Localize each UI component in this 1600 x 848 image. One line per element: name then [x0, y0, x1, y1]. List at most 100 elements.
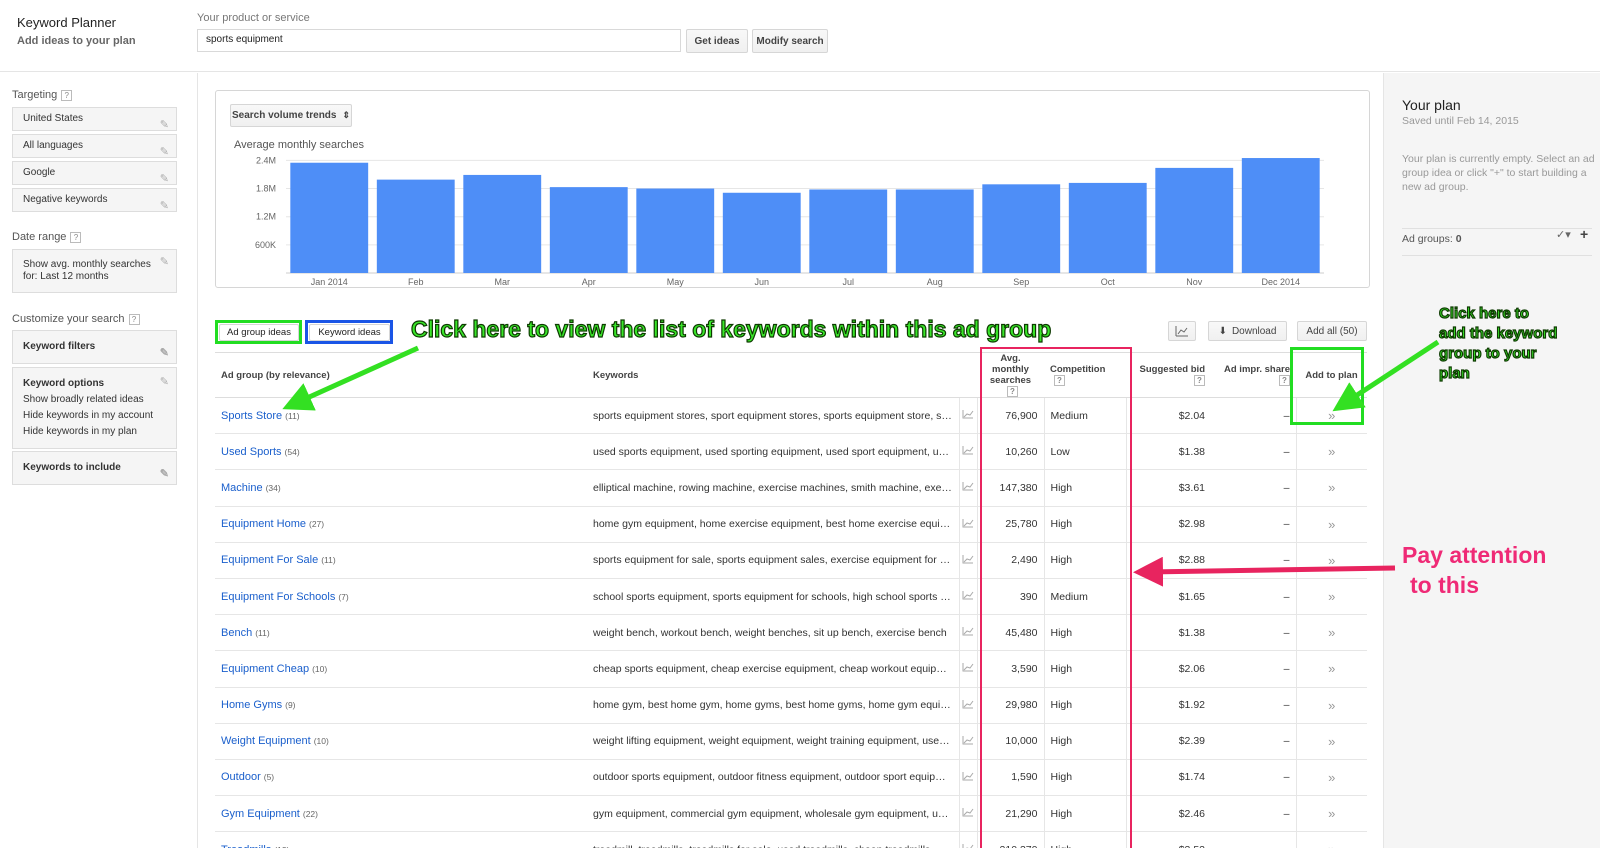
ad-group-link[interactable]: Equipment Home: [221, 518, 306, 530]
modify-search-button[interactable]: Modify search: [752, 29, 828, 53]
mini-trend-icon[interactable]: [962, 590, 974, 600]
mini-trend-icon[interactable]: [962, 518, 974, 528]
help-icon[interactable]: ?: [128, 313, 140, 325]
add-group-icon[interactable]: +: [1580, 226, 1588, 242]
edit-icon[interactable]: ✓▾: [1556, 228, 1571, 241]
add-to-plan-chevron-icon[interactable]: »: [1328, 625, 1335, 640]
targeting-negative-keywords[interactable]: Negative keywords ✎: [12, 188, 177, 212]
mini-trend-icon[interactable]: [962, 699, 974, 709]
col-ad-impr-share[interactable]: Ad impr. share ?: [1211, 351, 1296, 399]
add-to-plan-chevron-icon[interactable]: »: [1328, 553, 1335, 568]
trend-cell[interactable]: [959, 650, 978, 688]
trend-cell[interactable]: [959, 397, 978, 435]
add-to-plan-chevron-icon[interactable]: »: [1328, 842, 1335, 848]
mini-trend-icon[interactable]: [962, 626, 974, 636]
ad-group-link[interactable]: Weight Equipment: [221, 735, 311, 747]
product-search-input[interactable]: sports equipment: [197, 29, 681, 52]
chart-bar[interactable]: [895, 189, 974, 273]
mini-trend-icon[interactable]: [962, 662, 974, 672]
ad-group-link[interactable]: Gym Equipment: [221, 808, 300, 820]
help-icon[interactable]: ?: [70, 231, 82, 243]
ad-group-link[interactable]: Equipment For Schools: [221, 591, 335, 603]
ad-group-link[interactable]: Bench: [221, 627, 252, 639]
pencil-icon[interactable]: ✎: [160, 195, 169, 217]
date-range-box[interactable]: Show avg. monthly searches for: Last 12 …: [12, 249, 177, 293]
chart-bar[interactable]: [290, 162, 369, 273]
targeting-language[interactable]: All languages ✎: [12, 134, 177, 158]
help-icon[interactable]: ?: [1194, 375, 1205, 386]
trend-cell[interactable]: [959, 433, 978, 471]
ad-group-link[interactable]: Treadmills: [221, 844, 271, 848]
add-to-plan-chevron-icon[interactable]: »: [1328, 589, 1335, 604]
mini-trend-icon[interactable]: [962, 481, 974, 491]
keywords-to-include-box[interactable]: Keywords to include ✎: [12, 451, 177, 485]
targeting-network[interactable]: Google ✎: [12, 161, 177, 185]
mini-trend-icon[interactable]: [962, 445, 974, 455]
add-to-plan-chevron-icon[interactable]: »: [1328, 444, 1335, 459]
chart-bar[interactable]: [1155, 167, 1234, 273]
trend-cell[interactable]: [959, 795, 978, 833]
mini-trend-icon[interactable]: [962, 843, 974, 848]
chart-bar[interactable]: [376, 179, 455, 273]
mini-trend-icon[interactable]: [962, 735, 974, 745]
chart-bar[interactable]: [549, 187, 628, 273]
trend-cell[interactable]: [959, 723, 978, 760]
help-icon[interactable]: ?: [1279, 375, 1290, 386]
mini-trend-icon[interactable]: [962, 807, 974, 817]
pencil-icon[interactable]: ✎: [160, 256, 169, 268]
ad-group-link[interactable]: Home Gyms: [221, 699, 282, 711]
chart-bar[interactable]: [1241, 158, 1320, 273]
trend-cell[interactable]: [959, 578, 978, 616]
targeting-location[interactable]: United States ✎: [12, 107, 177, 131]
mini-trend-icon[interactable]: [962, 771, 974, 781]
annotation-pay-attention-text: Pay attention to this: [1402, 540, 1546, 600]
pencil-icon[interactable]: ✎: [160, 458, 169, 490]
download-button[interactable]: ⬇ Download: [1208, 321, 1287, 341]
mini-trend-icon[interactable]: [962, 554, 974, 564]
chart-bar[interactable]: [636, 188, 715, 273]
mini-trend-icon[interactable]: [962, 409, 974, 419]
trend-cell[interactable]: [959, 831, 978, 848]
trend-cell[interactable]: [959, 506, 978, 543]
keyword-options-box[interactable]: Keyword options Show broadly related ide…: [12, 367, 177, 449]
chart-bar[interactable]: [809, 189, 888, 273]
ad-impr-share-cell: –: [1211, 433, 1297, 471]
ad-group-link[interactable]: Used Sports: [221, 446, 282, 458]
ad-impr-share-cell: –: [1211, 506, 1297, 543]
add-to-plan-chevron-icon[interactable]: »: [1328, 661, 1335, 676]
pencil-icon[interactable]: ✎: [160, 141, 169, 163]
add-to-plan-chevron-icon[interactable]: »: [1328, 770, 1335, 785]
chart-view-icon[interactable]: [1168, 321, 1196, 341]
chart-bar[interactable]: [463, 174, 542, 273]
chart-bar[interactable]: [722, 192, 801, 273]
trend-cell[interactable]: [959, 469, 978, 507]
col-suggested-bid[interactable]: Suggested bid ?: [1126, 351, 1211, 399]
trend-cell[interactable]: [959, 687, 978, 724]
trend-cell[interactable]: [959, 759, 978, 797]
tab-keyword-ideas[interactable]: Keyword ideas: [309, 324, 390, 341]
chart-bar[interactable]: [1068, 182, 1147, 273]
ad-group-link[interactable]: Outdoor: [221, 771, 261, 783]
add-to-plan-chevron-icon[interactable]: »: [1328, 480, 1335, 495]
trend-cell[interactable]: [959, 542, 978, 579]
tab-ad-group-ideas[interactable]: Ad group ideas: [219, 324, 299, 341]
ad-group-link[interactable]: Equipment Cheap: [221, 663, 309, 675]
add-to-plan-chevron-icon[interactable]: »: [1328, 517, 1335, 532]
add-to-plan-chevron-icon[interactable]: »: [1328, 734, 1335, 749]
trend-cell[interactable]: [959, 614, 978, 652]
ad-group-link[interactable]: Machine: [221, 482, 263, 494]
pencil-icon[interactable]: ✎: [160, 374, 169, 390]
ad-group-link[interactable]: Equipment For Sale: [221, 554, 318, 566]
pencil-icon[interactable]: ✎: [160, 337, 169, 369]
ad-group-link[interactable]: Sports Store: [221, 410, 282, 422]
col-ad-group[interactable]: Ad group (by relevance): [215, 351, 587, 399]
pencil-icon[interactable]: ✎: [160, 114, 169, 136]
get-ideas-button[interactable]: Get ideas: [686, 29, 748, 53]
add-to-plan-chevron-icon[interactable]: »: [1328, 806, 1335, 821]
pencil-icon[interactable]: ✎: [160, 168, 169, 190]
keyword-filters-box[interactable]: Keyword filters ✎: [12, 330, 177, 364]
add-to-plan-chevron-icon[interactable]: »: [1328, 698, 1335, 713]
add-all-button[interactable]: Add all (50): [1297, 321, 1367, 341]
help-icon[interactable]: ?: [61, 89, 73, 101]
chart-bar[interactable]: [982, 184, 1061, 273]
